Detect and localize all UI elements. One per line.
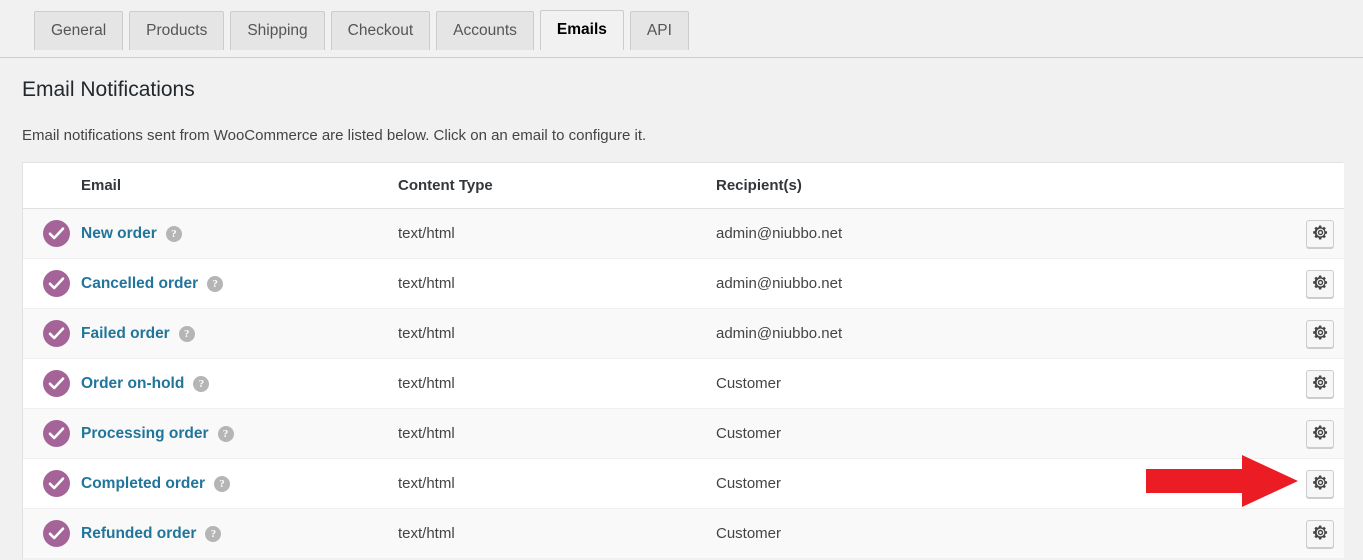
help-icon[interactable]: ?: [217, 425, 234, 442]
cell-status: [23, 408, 81, 460]
cell-content-type: text/html: [398, 358, 716, 410]
gear-icon: [1312, 225, 1328, 243]
email-link[interactable]: Completed order: [81, 475, 205, 492]
cell-actions: [1296, 458, 1344, 510]
email-link[interactable]: Processing order: [81, 425, 209, 442]
cell-email-name: Cancelled order?: [81, 258, 398, 310]
email-link[interactable]: Cancelled order: [81, 275, 198, 292]
help-icon[interactable]: ?: [205, 525, 222, 542]
check-circle-icon[interactable]: [43, 270, 70, 298]
cell-status: [23, 208, 81, 260]
tab-emails[interactable]: Emails: [539, 10, 624, 51]
column-header-content-type: Content Type: [398, 162, 716, 210]
page-description: Email notifications sent from WooCommerc…: [22, 127, 647, 145]
table-row[interactable]: Cancelled order? text/html admin@niubbo.ne…: [23, 258, 1344, 310]
cell-content-type: text/html: [398, 508, 716, 560]
gear-icon: [1312, 475, 1328, 493]
email-link[interactable]: Refunded order: [81, 525, 196, 542]
gear-icon: [1312, 375, 1328, 393]
help-icon[interactable]: ?: [193, 375, 210, 392]
help-icon[interactable]: ?: [178, 325, 195, 342]
table-row[interactable]: Completed order? text/html Customer: [23, 458, 1344, 510]
settings-gear-button[interactable]: [1306, 219, 1334, 248]
check-circle-icon[interactable]: [43, 420, 70, 448]
tab-shipping[interactable]: Shipping: [230, 11, 325, 50]
cell-recipients: Customer: [716, 408, 1296, 460]
cell-email-name: Refunded order?: [81, 508, 398, 560]
cell-recipients: Customer: [716, 458, 1296, 510]
help-icon[interactable]: ?: [207, 275, 224, 292]
help-icon[interactable]: ?: [165, 225, 182, 242]
cell-status: [23, 508, 81, 560]
settings-gear-button[interactable]: [1306, 369, 1334, 398]
emails-table: Email Content Type Recipient(s) New orde…: [23, 162, 1344, 560]
cell-email-name: Processing order?: [81, 408, 398, 460]
cell-actions: [1296, 308, 1344, 360]
cell-content-type: text/html: [398, 458, 716, 510]
cell-status: [23, 458, 81, 510]
cell-actions: [1296, 358, 1344, 410]
cell-actions: [1296, 408, 1344, 460]
cell-status: [23, 258, 81, 310]
tab-api[interactable]: API: [629, 11, 689, 50]
emails-table-body: New order? text/html admin@niubbo.net Cance…: [23, 208, 1344, 560]
cell-email-name: New order?: [81, 208, 398, 260]
help-icon[interactable]: ?: [214, 475, 231, 492]
gear-icon: [1312, 425, 1328, 443]
check-circle-icon[interactable]: [43, 220, 70, 248]
check-circle-icon[interactable]: [43, 320, 70, 348]
table-row[interactable]: Failed order? text/html admin@niubbo.net: [23, 308, 1344, 360]
gear-icon: [1312, 275, 1328, 293]
cell-actions: [1296, 208, 1344, 260]
column-header-recipients: Recipient(s): [716, 162, 1296, 210]
settings-gear-button[interactable]: [1306, 319, 1334, 348]
emails-table-container: Email Content Type Recipient(s) New orde…: [22, 161, 1344, 560]
table-row[interactable]: Processing order? text/html Customer: [23, 408, 1344, 460]
settings-content: Email Notifications Email notifications …: [0, 58, 1363, 560]
cell-status: [23, 308, 81, 360]
table-row[interactable]: Order on-hold? text/html Customer: [23, 358, 1344, 410]
table-row[interactable]: New order? text/html admin@niubbo.net: [23, 208, 1344, 260]
column-header-email: Email: [81, 162, 398, 210]
settings-gear-button[interactable]: [1306, 469, 1334, 498]
tab-accounts[interactable]: Accounts: [436, 11, 534, 50]
cell-email-name: Completed order?: [81, 458, 398, 510]
settings-tab-bar: General Products Shipping Checkout Accounts E…: [0, 0, 1363, 58]
gear-icon: [1312, 325, 1328, 343]
emails-table-head: Email Content Type Recipient(s): [23, 162, 1344, 210]
cell-email-name: Failed order?: [81, 308, 398, 360]
cell-content-type: text/html: [398, 308, 716, 360]
tab-checkout[interactable]: Checkout: [330, 11, 431, 50]
tab-general[interactable]: General: [34, 11, 124, 50]
email-link[interactable]: Failed order: [81, 325, 170, 342]
cell-recipients: Customer: [716, 508, 1296, 560]
cell-recipients: admin@niubbo.net: [716, 308, 1296, 360]
cell-content-type: text/html: [398, 258, 716, 310]
table-row[interactable]: Refunded order? text/html Customer: [23, 508, 1344, 560]
email-link[interactable]: New order: [81, 225, 157, 242]
email-link[interactable]: Order on-hold: [81, 375, 184, 392]
column-header-actions: [1296, 162, 1344, 210]
tab-products[interactable]: Products: [129, 11, 225, 50]
check-circle-icon[interactable]: [43, 470, 70, 498]
check-circle-icon[interactable]: [43, 520, 70, 548]
cell-content-type: text/html: [398, 408, 716, 460]
page-title: Email Notifications: [22, 78, 195, 101]
settings-gear-button[interactable]: [1306, 269, 1334, 298]
cell-recipients: Customer: [716, 358, 1296, 410]
cell-recipients: admin@niubbo.net: [716, 208, 1296, 260]
check-circle-icon[interactable]: [43, 370, 70, 398]
table-header-row: Email Content Type Recipient(s): [23, 162, 1344, 210]
cell-content-type: text/html: [398, 208, 716, 260]
cell-actions: [1296, 258, 1344, 310]
settings-gear-button[interactable]: [1306, 519, 1334, 548]
column-header-status: [23, 162, 81, 210]
settings-gear-button[interactable]: [1306, 419, 1334, 448]
cell-actions: [1296, 508, 1344, 560]
gear-icon: [1312, 525, 1328, 543]
cell-status: [23, 358, 81, 410]
cell-email-name: Order on-hold?: [81, 358, 398, 410]
cell-recipients: admin@niubbo.net: [716, 258, 1296, 310]
